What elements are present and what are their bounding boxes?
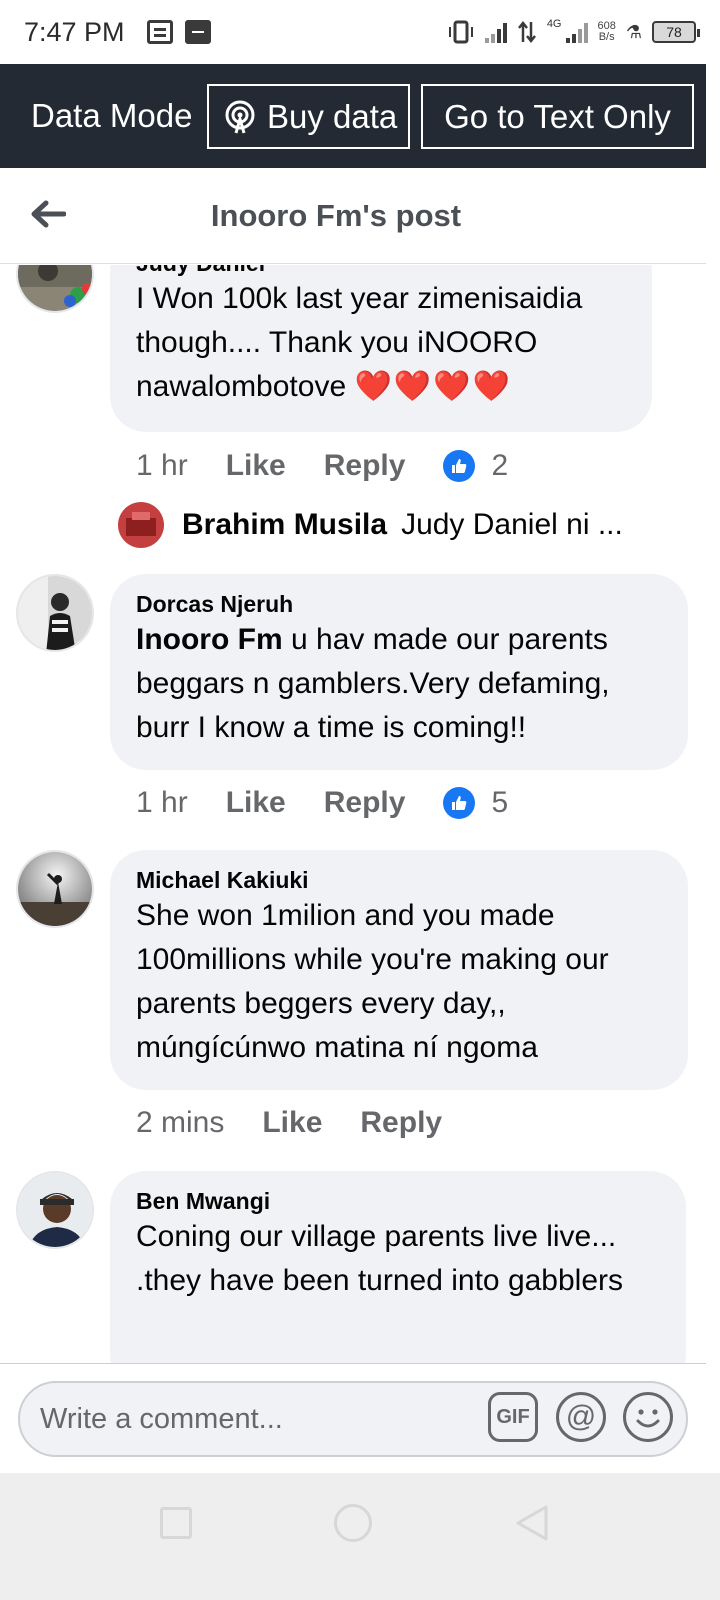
data-transfer-icon	[517, 20, 536, 44]
battery-icon: 78	[652, 21, 700, 43]
network-type: 4G	[546, 18, 562, 30]
avatar-image	[18, 852, 92, 926]
screen-edge	[706, 64, 720, 1473]
signal-icon	[484, 21, 507, 43]
avatar[interactable]	[16, 574, 94, 652]
comment-bubble[interactable]: Ben Mwangi Coning our village parents li…	[110, 1171, 686, 1363]
vibrate-icon	[448, 20, 473, 44]
reply-preview[interactable]: Brahim Musila Judy Daniel ni ...	[118, 502, 623, 548]
avatar-image	[18, 1173, 92, 1247]
comment-actions: 2 mins Like Reply	[136, 1106, 480, 1140]
avatar-image	[18, 576, 92, 650]
status-bar: 7:47 PM 4G 608 B/s ⚗ 78	[0, 0, 720, 64]
comment-author[interactable]: Ben Mwangi	[136, 1187, 660, 1215]
comment-time[interactable]: 2 mins	[136, 1106, 224, 1140]
like-reaction-icon[interactable]	[443, 787, 476, 819]
activity-notification-icon	[184, 20, 211, 44]
back-triangle-icon[interactable]	[514, 1503, 550, 1543]
broadcast-icon	[225, 100, 255, 133]
like-reaction-icon[interactable]	[443, 450, 476, 482]
system-nav-bar	[0, 1473, 720, 1600]
like-count: 2	[491, 449, 509, 482]
heart-emoji: ❤️❤️❤️❤️	[354, 370, 512, 403]
data-mode-label: Data Mode	[31, 97, 193, 134]
text-only-button[interactable]: Go to Text Only	[421, 84, 694, 149]
flask-icon: ⚗	[625, 21, 642, 42]
thumbs-up-icon	[452, 796, 467, 810]
comment-time[interactable]: 1 hr	[136, 449, 188, 483]
like-button[interactable]: Like	[226, 786, 286, 820]
reply-preview-text: Judy Daniel ni ...	[401, 508, 623, 541]
like-button[interactable]: Like	[226, 449, 286, 483]
reply-button[interactable]: Reply	[324, 786, 406, 820]
home-button[interactable]	[334, 1504, 372, 1542]
like-button[interactable]: Like	[262, 1106, 322, 1140]
smiley-icon	[636, 1409, 660, 1428]
avatar-image	[18, 265, 92, 311]
comment-actions: 1 hr Like Reply 2	[136, 449, 508, 483]
comment-bubble[interactable]: Michael Kakiuki She won 1milion and you …	[110, 850, 688, 1090]
comment-text: Inooro Fm u hav made our parents beggars…	[136, 618, 662, 750]
network-speed: 608 B/s	[598, 21, 616, 43]
gif-label: GIF	[496, 1405, 530, 1428]
network-speed-unit: B/s	[598, 31, 615, 43]
avatar[interactable]	[16, 265, 94, 313]
signal-4g-icon	[565, 21, 588, 43]
gif-button[interactable]: GIF	[488, 1392, 538, 1442]
emoji-button[interactable]	[623, 1392, 673, 1442]
avatar[interactable]	[16, 1171, 94, 1249]
reply-avatar-image	[118, 502, 164, 548]
comment-text: I Won 100k last year zimenisaidia though…	[136, 277, 626, 409]
reply-avatar	[118, 502, 164, 548]
battery-level: 78	[666, 24, 682, 40]
comment-bubble[interactable]: Dorcas Njeruh Inooro Fm u hav made our p…	[110, 574, 688, 770]
page-title: Inooro Fm's post	[210, 197, 462, 233]
at-icon: @	[565, 1400, 597, 1433]
mention-link[interactable]: Inooro Fm	[136, 623, 283, 656]
status-notification-icons	[146, 20, 211, 44]
comment-actions: 1 hr Like Reply 5	[136, 786, 508, 820]
news-notification-icon	[146, 20, 173, 44]
comment-feed[interactable]: Judy Daniel I Won 100k last year zimenis…	[0, 265, 706, 1363]
comment-author[interactable]: Judy Daniel	[136, 265, 626, 277]
buy-data-button[interactable]: Buy data	[207, 84, 410, 149]
recents-button[interactable]	[160, 1507, 192, 1539]
comment-author[interactable]: Michael Kakiuki	[136, 866, 662, 894]
comment-text: She won 1milion and you made 100millions…	[136, 899, 609, 1064]
comment-input-placeholder: Write a comment...	[40, 1402, 283, 1435]
avatar[interactable]	[16, 850, 94, 928]
thumbs-up-icon	[452, 459, 467, 473]
data-mode-bar: Data Mode Buy data Go to Text Only	[0, 64, 706, 168]
reply-button[interactable]: Reply	[360, 1106, 442, 1140]
status-time: 7:47 PM	[24, 16, 125, 47]
like-count: 5	[491, 786, 509, 819]
reply-button[interactable]: Reply	[324, 449, 406, 483]
comment-time[interactable]: 1 hr	[136, 786, 188, 820]
status-indicators: 4G 608 B/s ⚗ 78	[447, 18, 700, 44]
comment-author[interactable]: Dorcas Njeruh	[136, 590, 662, 618]
mention-button[interactable]: @	[556, 1392, 606, 1442]
comment-bubble[interactable]: Judy Daniel I Won 100k last year zimenis…	[110, 265, 652, 432]
comment-text: Coning our village parents live live... …	[136, 1220, 624, 1297]
post-header: Inooro Fm's post	[0, 168, 706, 264]
reply-author[interactable]: Brahim Musila	[182, 508, 387, 542]
text-only-label: Go to Text Only	[444, 97, 671, 135]
comment-composer: Write a comment... GIF @	[0, 1363, 706, 1473]
buy-data-label: Buy data	[267, 97, 398, 135]
